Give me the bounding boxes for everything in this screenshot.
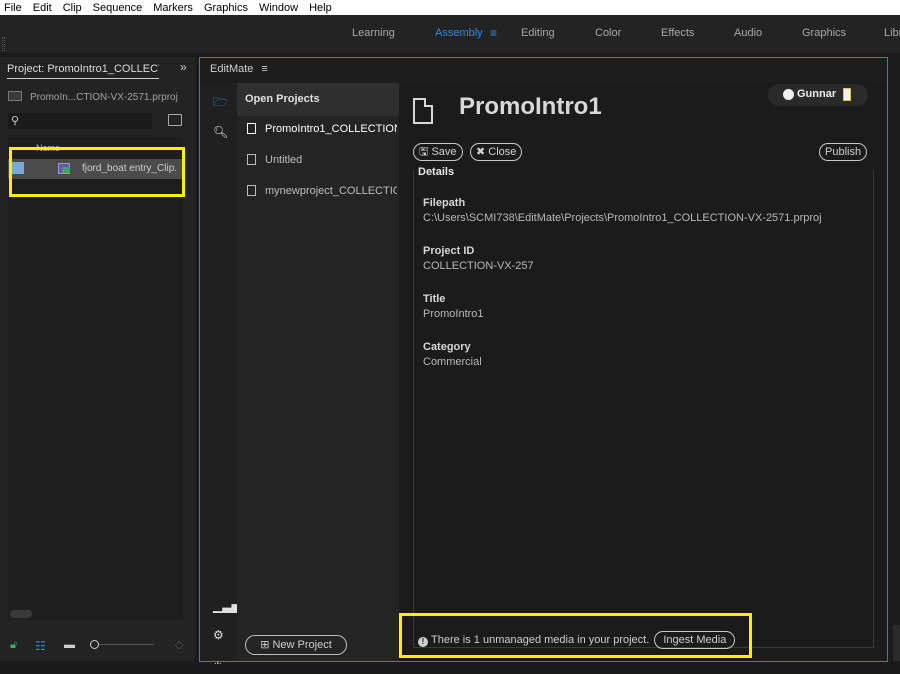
editmate-sidebar: 🗁︎ 🔍︎ ▁▃▅ ⚙ ⏻ [200, 83, 241, 674]
zoom-slider-handle[interactable] [90, 640, 99, 649]
highlight-box-notice [399, 613, 752, 658]
project-file-icon [8, 91, 22, 101]
details-section: Details [413, 166, 874, 648]
panel-overflow-icon[interactable]: » [180, 60, 187, 74]
right-scrollbar[interactable] [893, 625, 900, 661]
document-icon [247, 185, 256, 196]
document-icon [413, 98, 433, 124]
page-title: PromoIntro1 [459, 93, 602, 120]
open-projects-header: Open Projects [237, 83, 399, 116]
settings-icon[interactable]: ⚙ [213, 628, 224, 642]
new-bin-icon[interactable] [168, 114, 182, 126]
save-icon: 🖫 [419, 146, 432, 158]
details-label: Details [418, 166, 455, 178]
editmate-panel: EditMate ≡ 🗁︎ 🔍︎ ▁▃▅ ⚙ ⏻ Open Projects Pr… [199, 57, 888, 674]
lock-icon[interactable]: 🔓︎ [10, 639, 17, 652]
menu-markers[interactable]: Markers [149, 2, 197, 14]
highlight-box-clip [9, 147, 185, 197]
publish-button[interactable]: Publish [819, 143, 868, 161]
project-list-item[interactable]: Untitled [247, 154, 397, 166]
menu-file[interactable]: File [0, 2, 26, 14]
workspace-color[interactable]: Color [595, 27, 621, 39]
user-name: Gunnar [797, 88, 837, 100]
menu-graphics[interactable]: Graphics [200, 2, 252, 14]
new-project-button[interactable]: ⊞ New Project [245, 635, 347, 655]
project-panel-footer: 🔓︎ ☷ ▬ ◇ [0, 635, 195, 657]
menu-clip[interactable]: Clip [59, 2, 86, 14]
sort-icon[interactable]: ◇ [175, 638, 183, 651]
open-projects-list: Open Projects PromoIntro1_COLLECTION-VX-… [237, 83, 399, 661]
close-icon: ✖ [476, 146, 489, 158]
save-button[interactable]: 🖫 Save [413, 143, 463, 161]
status-bar [0, 664, 900, 674]
field-title: Title PromoIntro1 [423, 293, 484, 320]
folder-icon[interactable]: 🗁︎ [213, 93, 228, 114]
workspace-assembly[interactable]: Assembly [435, 27, 483, 39]
project-file-name: PromoIn...CTION-VX-2571.prproj [30, 92, 178, 103]
icon-view-icon[interactable]: ▬ [64, 639, 75, 651]
new-project-icon: ⊞ [260, 639, 273, 651]
workspace-audio[interactable]: Audio [734, 27, 762, 39]
menu-help[interactable]: Help [305, 2, 336, 14]
avatar-icon [783, 89, 794, 100]
editmate-title-label: EditMate [210, 63, 254, 75]
zoom-slider-track[interactable] [99, 644, 154, 645]
workspace-bar: Learning Assembly ≡ Editing Color Effect… [0, 15, 900, 53]
menu-edit[interactable]: Edit [29, 2, 56, 14]
document-icon [247, 123, 256, 134]
editmate-title: EditMate ≡ [210, 63, 268, 75]
project-list-item[interactable]: PromoIntro1_COLLECTION-VX-2571 [247, 123, 397, 135]
workspace-effects[interactable]: Effects [661, 27, 694, 39]
project-detail: PromoIntro1 Gunnar 🖫 Save ✖ Close Publis… [399, 83, 887, 661]
project-file: PromoIn...CTION-VX-2571.prproj [8, 91, 178, 103]
horizontal-scrollbar[interactable] [10, 610, 32, 618]
user-badge[interactable]: Gunnar [768, 84, 868, 106]
project-item-list: Name fjord_boat entry_Clip. [8, 137, 183, 620]
project-search-input[interactable]: ⚲ [8, 113, 152, 129]
project-tab-row: Project: PromoIntro1_COLLECTIO » [0, 57, 195, 83]
list-view-icon[interactable]: ☷ [35, 639, 46, 653]
device-icon [843, 88, 851, 101]
search-icon[interactable]: 🔍︎ [213, 125, 228, 139]
drag-grip[interactable] [2, 37, 5, 51]
menu-bar: File Edit Clip Sequence Markers Graphics… [0, 0, 900, 15]
workspace-graphics[interactable]: Graphics [802, 27, 846, 39]
search-icon: ⚲ [11, 115, 20, 127]
menu-window[interactable]: Window [255, 2, 302, 14]
workspace-learning[interactable]: Learning [352, 27, 395, 39]
field-category: Category Commercial [423, 341, 482, 368]
field-filepath: Filepath C:\Users\SCMI738\EditMate\Proje… [423, 197, 822, 224]
close-button[interactable]: ✖ Close [470, 143, 523, 161]
document-icon [247, 154, 256, 165]
workspace-editing[interactable]: Editing [521, 27, 555, 39]
menu-sequence[interactable]: Sequence [89, 2, 147, 14]
editmate-menu-icon[interactable]: ≡ [261, 63, 267, 75]
project-list-item[interactable]: mynewproject_COLLECTION [247, 185, 397, 197]
workspace-libraries[interactable]: Libr [884, 27, 900, 39]
project-tab[interactable]: Project: PromoIntro1_COLLECTIO [7, 63, 159, 79]
field-project-id: Project ID COLLECTION-VX-257 [423, 245, 534, 272]
workspace-menu-icon[interactable]: ≡ [490, 26, 497, 40]
